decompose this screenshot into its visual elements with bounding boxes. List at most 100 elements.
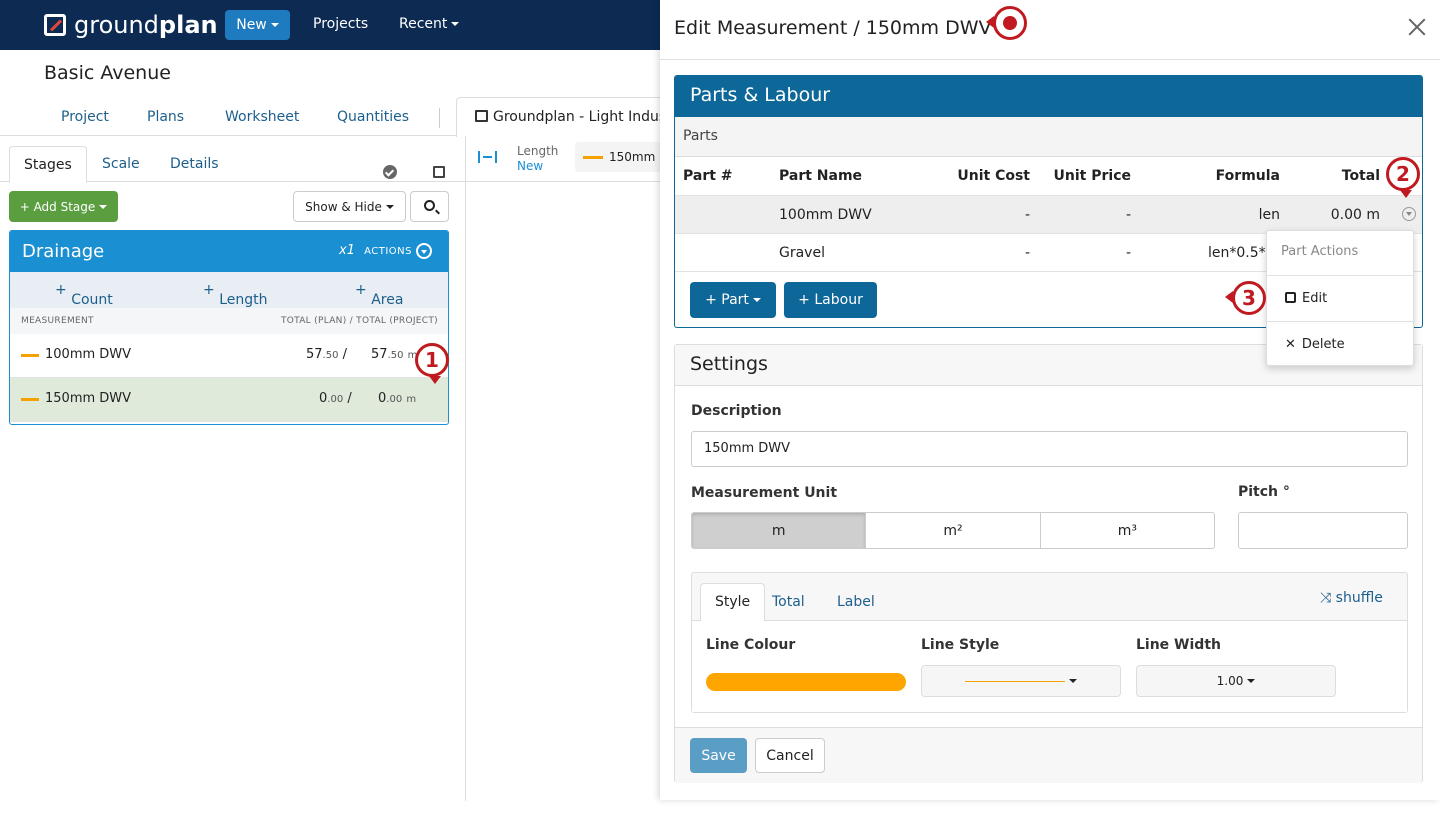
tab-worksheet[interactable]: Worksheet (225, 109, 299, 125)
line-colour-label: Line Colour (706, 637, 796, 653)
tab-label[interactable]: Label (837, 594, 875, 610)
plan-int: 57 (306, 347, 323, 362)
add-labour-button[interactable]: + Labour (784, 282, 877, 318)
tab-details[interactable]: Details (170, 156, 219, 172)
new-button[interactable]: New (225, 10, 290, 40)
stage-actions-label[interactable]: ACTIONS (364, 246, 412, 257)
search-button[interactable] (410, 191, 449, 222)
description-label: Description (691, 403, 782, 419)
line-width-value: 1.00 (1216, 674, 1244, 688)
col-part-name: Part Name (779, 168, 863, 184)
tab-total[interactable]: Total (772, 594, 805, 610)
project-title: Basic Avenue (44, 62, 171, 84)
unit-cost: - (1024, 207, 1030, 223)
measurement-unit-label: Measurement Unit (691, 485, 838, 501)
unit-m2-button[interactable]: m² (866, 513, 1041, 548)
measurement-row[interactable]: 100mm DWV 57.50 / 57.50 m (10, 334, 448, 378)
proj-dec: .50 (387, 350, 404, 361)
tab-plan-document[interactable]: Groundplan - Light Indus (456, 97, 666, 137)
tab-style[interactable]: Style (700, 583, 766, 622)
show-hide-button[interactable]: Show & Hide (293, 191, 406, 222)
tab-project[interactable]: Project (61, 109, 109, 125)
chevron-down-icon (1069, 679, 1077, 683)
logo-icon (44, 14, 66, 36)
measurement-row-selected[interactable]: 150mm DWV 0.00 / 0.00 m (10, 378, 448, 422)
description-input[interactable]: 150mm DWV (691, 431, 1408, 467)
col-measurement: MEASUREMENT (21, 316, 94, 326)
part-actions-dropdown: Part Actions Edit ✕ Delete (1266, 230, 1415, 366)
line-swatch (21, 354, 39, 357)
add-labour-label: Labour (814, 292, 863, 308)
cancel-button[interactable]: Cancel (755, 738, 825, 773)
chip-label: 150mm DWV (609, 150, 665, 164)
measurement-project-total: 0.00 m (378, 391, 416, 406)
proj-int: 57 (371, 347, 388, 362)
table-row[interactable]: 100mm DWV - - len 0.00 m (675, 196, 1422, 234)
add-count-label: Count (71, 292, 113, 308)
unit-m-button[interactable]: m (692, 513, 867, 548)
logo-text-bold: plan (158, 11, 218, 39)
divider (1267, 275, 1415, 276)
line-width-select[interactable]: 1.00 (1136, 665, 1336, 697)
groundplan-logo[interactable]: ground plan (44, 11, 218, 39)
plan-tab-label: Groundplan - Light Indus (493, 109, 666, 125)
save-icon[interactable] (433, 166, 445, 178)
line-colour-picker[interactable] (706, 673, 906, 691)
show-hide-label: Show & Hide (305, 199, 382, 214)
modal-title: Edit Measurement / 150mm DWV (674, 17, 992, 39)
add-area-label: Area (371, 292, 404, 308)
unit-cost: - (1024, 245, 1030, 261)
callout-2: 2 (1386, 157, 1420, 198)
add-count-button[interactable]: + Count (55, 282, 113, 308)
stage-card: Drainage x1 ACTIONS + Count + Length + A… (9, 230, 449, 425)
add-part-button[interactable]: + Part (690, 282, 776, 318)
part-name: Gravel (779, 245, 825, 261)
stage-title: Drainage (22, 241, 105, 262)
pitch-input[interactable] (1238, 512, 1408, 549)
chevron-down-circle-icon[interactable] (416, 243, 432, 259)
nav-recent[interactable]: Recent (399, 16, 460, 32)
measurement-chip[interactable]: 150mm DWV (575, 142, 665, 172)
stage-multiplier[interactable]: x1 (339, 243, 355, 258)
delete-label: Delete (1301, 337, 1345, 352)
line-swatch (583, 156, 603, 159)
add-area-button[interactable]: + Area (355, 282, 403, 308)
search-icon (424, 200, 435, 211)
line-style-select[interactable] (921, 665, 1121, 697)
tab-quantities[interactable]: Quantities (337, 109, 409, 125)
tab-scale[interactable]: Scale (102, 156, 140, 172)
proj-dec: .00 (386, 394, 403, 405)
shuffle-button[interactable]: ⤨ shuffle (1320, 590, 1383, 606)
row-actions-icon[interactable] (1402, 207, 1416, 221)
stage-header: Drainage x1 ACTIONS (10, 231, 448, 272)
add-stage-button[interactable]: + Add Stage (9, 191, 118, 222)
tab-divider (439, 108, 440, 128)
add-length-button[interactable]: + Length (203, 282, 267, 308)
unit-m3-button[interactable]: m³ (1041, 513, 1214, 548)
plan-icon (475, 110, 488, 122)
chevron-down-icon (99, 204, 108, 209)
divider (660, 59, 1440, 60)
save-button[interactable]: Save (690, 738, 747, 773)
unit-toggle-group: m m² m³ (691, 512, 1215, 549)
close-icon[interactable] (1408, 18, 1426, 36)
formula: len (1258, 207, 1280, 223)
nav-projects[interactable]: Projects (313, 16, 368, 32)
delete-menu-item[interactable]: ✕ Delete (1285, 337, 1345, 352)
col-unit-price: Unit Price (1053, 168, 1131, 184)
measurement-name: 150mm DWV (45, 391, 132, 406)
modal-footer: Save Cancel (675, 727, 1422, 783)
callout-1: 1 (415, 343, 449, 384)
edit-menu-item[interactable]: Edit (1285, 291, 1327, 306)
col-formula: Formula (1215, 168, 1280, 184)
check-circle-icon[interactable] (383, 165, 397, 179)
line-swatch (21, 398, 39, 401)
length-tool-icon[interactable] (478, 151, 497, 163)
chevron-down-icon (270, 23, 279, 27)
tab-plans[interactable]: Plans (147, 109, 184, 125)
tool-sub[interactable]: New (517, 159, 543, 173)
tab-stages[interactable]: Stages (9, 146, 87, 183)
add-measurement-row: + Count + Length + Area (10, 272, 448, 308)
new-button-label: New (236, 17, 267, 33)
tool-strip: Length New 150mm DWV (466, 136, 665, 182)
